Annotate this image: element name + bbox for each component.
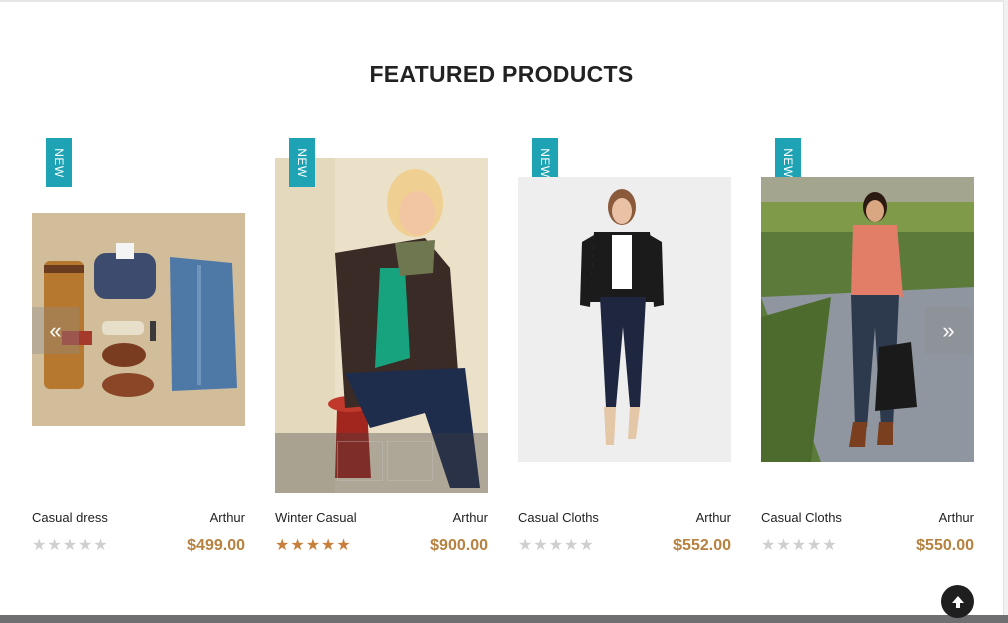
thumbnail[interactable]	[387, 441, 433, 481]
top-divider	[0, 0, 1003, 2]
star-icon: ★	[78, 537, 94, 554]
chevron-left-icon: «	[49, 317, 62, 343]
star-icon: ★	[62, 537, 79, 554]
new-badge: NEW	[289, 138, 315, 187]
star-icon: ★	[32, 537, 48, 554]
star-icon: ★	[822, 537, 838, 554]
star-icon: ★	[579, 537, 595, 554]
star-icon: ★	[761, 537, 777, 554]
product-price: $550.00	[916, 537, 974, 554]
star-icon: ★	[93, 537, 109, 554]
star-icon: ★	[791, 537, 808, 554]
section-title: FEATURED PRODUCTS	[369, 61, 634, 87]
star-icon: ★	[321, 537, 337, 554]
product-name[interactable]: Winter Casual	[275, 510, 357, 525]
star-icon: ★	[776, 537, 792, 554]
star-icon: ★	[275, 537, 291, 554]
star-icon: ★	[336, 537, 352, 554]
product-price: $552.00	[673, 537, 731, 554]
new-badge: NEW	[46, 138, 72, 187]
carousel-prev-button[interactable]: «	[32, 307, 79, 354]
rating-stars: ★★★★★	[761, 538, 838, 554]
product-author: Arthur	[695, 510, 731, 525]
product-author: Arthur	[938, 510, 974, 525]
product-author: Arthur	[452, 510, 488, 525]
rating-stars: ★★★★★	[275, 538, 352, 554]
rating-stars: ★★★★★	[518, 538, 595, 554]
thumbnail[interactable]	[337, 441, 383, 481]
product-card[interactable]: NEW Winter Casual Arthur ★★★★★ $900.00	[275, 138, 488, 568]
back-to-top-button[interactable]	[941, 585, 974, 618]
product-image[interactable]	[518, 177, 731, 462]
product-name[interactable]: Casual dress	[32, 510, 108, 525]
product-price: $900.00	[430, 537, 488, 554]
product-price: $499.00	[187, 537, 245, 554]
arrow-up-icon	[951, 595, 964, 608]
product-name[interactable]: Casual Cloths	[518, 510, 599, 525]
star-icon: ★	[305, 537, 322, 554]
carousel-next-button[interactable]: »	[925, 307, 972, 354]
star-icon: ★	[533, 537, 549, 554]
page-scrollbar[interactable]	[1003, 0, 1008, 615]
product-card[interactable]: NEW Casual Cloths Arthur ★★★★★ $552.00	[518, 138, 731, 568]
product-author: Arthur	[209, 510, 245, 525]
star-icon: ★	[290, 537, 306, 554]
star-icon: ★	[548, 537, 565, 554]
footer-bar	[0, 615, 1008, 623]
chevron-right-icon: »	[942, 317, 955, 343]
image-thumbnail-strip	[275, 433, 488, 493]
star-icon: ★	[807, 537, 823, 554]
star-icon: ★	[518, 537, 534, 554]
product-name[interactable]: Casual Cloths	[761, 510, 842, 525]
star-icon: ★	[47, 537, 63, 554]
star-icon: ★	[564, 537, 580, 554]
rating-stars: ★★★★★	[32, 538, 109, 554]
